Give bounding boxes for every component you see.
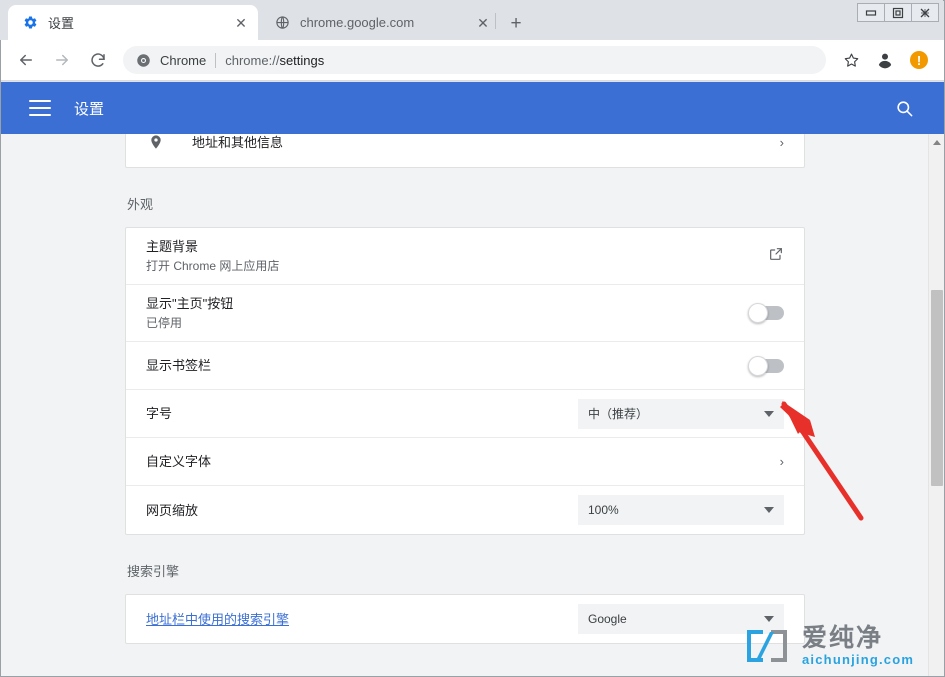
watermark-en: aichunjing.com (802, 652, 915, 667)
row-end (748, 303, 784, 323)
toggle-knob (748, 303, 768, 323)
watermark-logo-icon (743, 622, 791, 670)
section-heading-appearance: 外观 (127, 197, 154, 212)
row-title: 显示书签栏 (146, 358, 212, 373)
row-default-search-engine[interactable]: 地址栏中使用的搜索引擎 Google (126, 595, 804, 643)
globe-icon (274, 15, 290, 31)
row-customize-fonts[interactable]: 自定义字体 › (126, 438, 804, 486)
bookmark-star-icon[interactable] (836, 45, 866, 75)
window-controls (857, 3, 939, 22)
select-value: 中（推荐） (588, 407, 649, 421)
url-prefix: chrome:// (225, 52, 280, 68)
autofill-card: 地址和其他信息 › (125, 134, 805, 168)
chrome-menu-alert-button[interactable]: ! (904, 45, 934, 75)
select-font-size[interactable]: 中（推荐） (578, 398, 784, 429)
chevron-down-icon (764, 507, 774, 513)
toggle-show-bookmarks-bar[interactable] (748, 355, 784, 376)
row-show-bookmarks-bar[interactable]: 显示书签栏 (126, 342, 804, 390)
row-title: 自定义字体 (146, 454, 212, 469)
section-heading-search-engine: 搜索引擎 (127, 564, 180, 579)
row-end: › (780, 135, 784, 150)
scrollbar-thumb[interactable] (931, 290, 943, 486)
omnibox-url: chrome://settings (225, 53, 324, 68)
chevron-right-icon[interactable]: › (780, 135, 784, 150)
row-show-home-button[interactable]: 显示"主页"按钮 已停用 (126, 285, 804, 342)
select-value: 100% (588, 503, 619, 517)
row-subtitle: 已停用 (146, 316, 183, 330)
row-page-zoom[interactable]: 网页缩放 100% (126, 486, 804, 534)
settings-header: 设置 (1, 82, 944, 134)
omnibox-chip: Chrome (160, 52, 207, 68)
toggle-knob (748, 355, 768, 376)
tab-title: 设置 (48, 16, 75, 31)
tab-chrome-web-store[interactable]: chrome.google.com ✕ (260, 5, 500, 40)
row-title[interactable]: 地址栏中使用的搜索引擎 (146, 610, 578, 629)
new-tab-button[interactable]: + (503, 10, 529, 36)
row-end (748, 355, 784, 376)
vertical-scrollbar[interactable] (928, 134, 944, 676)
close-icon[interactable]: ✕ (474, 14, 492, 32)
settings-content: 地址和其他信息 › 外观 主题背景 打开 Chrome 网上应用店 显示"主页"… (1, 134, 929, 676)
row-end (768, 246, 784, 267)
page-title: 设置 (74, 100, 105, 118)
location-pin-icon (146, 134, 166, 150)
hamburger-menu-icon[interactable] (29, 100, 51, 116)
row-title: 显示"主页"按钮 (146, 296, 234, 311)
chrome-logo-icon (135, 52, 151, 68)
row-end: 中（推荐） (578, 398, 784, 429)
chevron-right-icon[interactable]: › (780, 454, 784, 469)
select-value: Google (588, 612, 627, 626)
close-icon[interactable]: ✕ (232, 14, 250, 32)
chevron-down-icon (764, 410, 774, 417)
watermark-text: 爱纯净 aichunjing.com (802, 624, 914, 668)
tab-settings[interactable]: 设置 ✕ (8, 5, 258, 40)
external-link-icon[interactable] (768, 246, 784, 267)
row-title: 网页缩放 (146, 502, 199, 518)
toggle-show-home-button[interactable] (748, 303, 784, 323)
row-title: 地址和其他信息 (192, 134, 284, 150)
row-labels: 显示"主页"按钮 已停用 (146, 294, 750, 332)
row-labels: 网页缩放 (146, 501, 578, 520)
select-page-zoom[interactable]: 100% (578, 495, 784, 525)
search-engine-card: 地址栏中使用的搜索引擎 Google (125, 594, 805, 644)
row-themes[interactable]: 主题背景 打开 Chrome 网上应用店 (126, 228, 804, 285)
row-labels: 地址栏中使用的搜索引擎 (146, 610, 578, 629)
tab-title: chrome.google.com (300, 15, 415, 30)
maximize-button[interactable] (884, 3, 912, 22)
appearance-card: 主题背景 打开 Chrome 网上应用店 显示"主页"按钮 已停用 显示书签栏 … (125, 227, 805, 535)
tab-strip: 设置 ✕ chrome.google.com ✕ + (0, 0, 943, 40)
scroll-up-arrow-icon[interactable] (929, 134, 945, 150)
gear-icon (22, 15, 38, 31)
row-end: › (780, 454, 784, 469)
forward-icon[interactable] (47, 45, 77, 75)
row-labels: 自定义字体 (146, 452, 780, 471)
tab-separator (495, 13, 496, 29)
row-labels: 地址和其他信息 (192, 134, 780, 152)
row-title: 字号 (146, 406, 173, 421)
browser-window: 设置 ✕ chrome.google.com ✕ + Chrome chrome… (0, 0, 945, 677)
toolbar-right-actions: ! (832, 45, 944, 75)
update-alert-badge: ! (910, 51, 928, 69)
row-title: 主题背景 (146, 239, 199, 254)
reload-icon[interactable] (83, 45, 113, 75)
row-subtitle: 打开 Chrome 网上应用店 (146, 259, 280, 273)
back-icon[interactable] (11, 45, 41, 75)
minimize-button[interactable] (857, 3, 885, 22)
address-bar[interactable]: Chrome chrome://settings (123, 46, 826, 74)
row-end: 100% (578, 495, 784, 525)
row-labels: 显示书签栏 (146, 356, 750, 375)
omnibox-divider (215, 52, 217, 68)
url-path: settings (279, 52, 325, 68)
profile-avatar[interactable] (870, 45, 900, 75)
row-font-size[interactable]: 字号 中（推荐） (126, 390, 804, 438)
search-icon[interactable] (892, 96, 916, 120)
row-labels: 主题背景 打开 Chrome 网上应用店 (146, 237, 768, 275)
row-labels: 字号 (146, 404, 578, 423)
watermark: 爱纯净 aichunjing.com (743, 619, 939, 673)
watermark-cn: 爱纯净 (802, 624, 884, 652)
row-addresses-and-more[interactable]: 地址和其他信息 › (126, 134, 804, 167)
browser-toolbar: Chrome chrome://settings ! (1, 40, 944, 81)
close-button[interactable] (911, 3, 939, 22)
